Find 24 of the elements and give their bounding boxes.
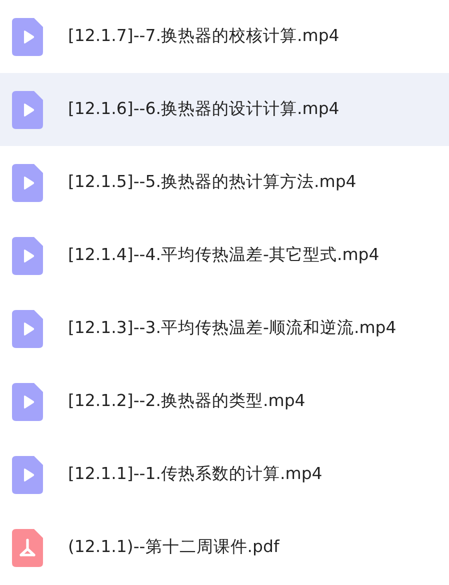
video-file-icon xyxy=(12,164,43,202)
file-name: [12.1.3]--3.平均传热温差-顺流和逆流.mp4 xyxy=(68,317,396,340)
file-name: [12.1.4]--4.平均传热温差-其它型式.mp4 xyxy=(68,244,380,266)
pdf-file-icon xyxy=(12,528,43,566)
file-name: [12.1.5]--5.换热器的热计算方法.mp4 xyxy=(68,171,356,194)
video-file-icon xyxy=(12,382,43,420)
file-row[interactable]: [12.1.1]--1.传热系数的计算.mp4 xyxy=(0,438,449,511)
file-name: (12.1.1)--第十二周课件.pdf xyxy=(68,536,280,558)
file-row[interactable]: [12.1.2]--2.换热器的类型.mp4 xyxy=(0,365,449,438)
video-file-icon xyxy=(12,456,43,494)
file-row[interactable]: [12.1.5]--5.换热器的热计算方法.mp4 xyxy=(0,146,449,219)
file-name: [12.1.2]--2.换热器的类型.mp4 xyxy=(68,390,306,412)
file-row[interactable]: [12.1.4]--4.平均传热温差-其它型式.mp4 xyxy=(0,219,449,292)
file-name: [12.1.6]--6.换热器的设计计算.mp4 xyxy=(68,98,340,120)
file-row[interactable]: [12.1.6]--6.换热器的设计计算.mp4 xyxy=(0,73,449,146)
video-file-icon xyxy=(12,310,43,348)
file-row[interactable]: [12.1.3]--3.平均传热温差-顺流和逆流.mp4 xyxy=(0,292,449,365)
file-row[interactable]: (12.1.1)--第十二周课件.pdf xyxy=(0,511,449,584)
video-file-icon xyxy=(12,18,43,56)
file-name: [12.1.1]--1.传热系数的计算.mp4 xyxy=(68,463,322,486)
file-name: [12.1.7]--7.换热器的校核计算.mp4 xyxy=(68,25,340,48)
video-file-icon xyxy=(12,90,43,128)
video-file-icon xyxy=(12,236,43,274)
file-row[interactable]: [12.1.7]--7.换热器的校核计算.mp4 xyxy=(0,0,449,73)
